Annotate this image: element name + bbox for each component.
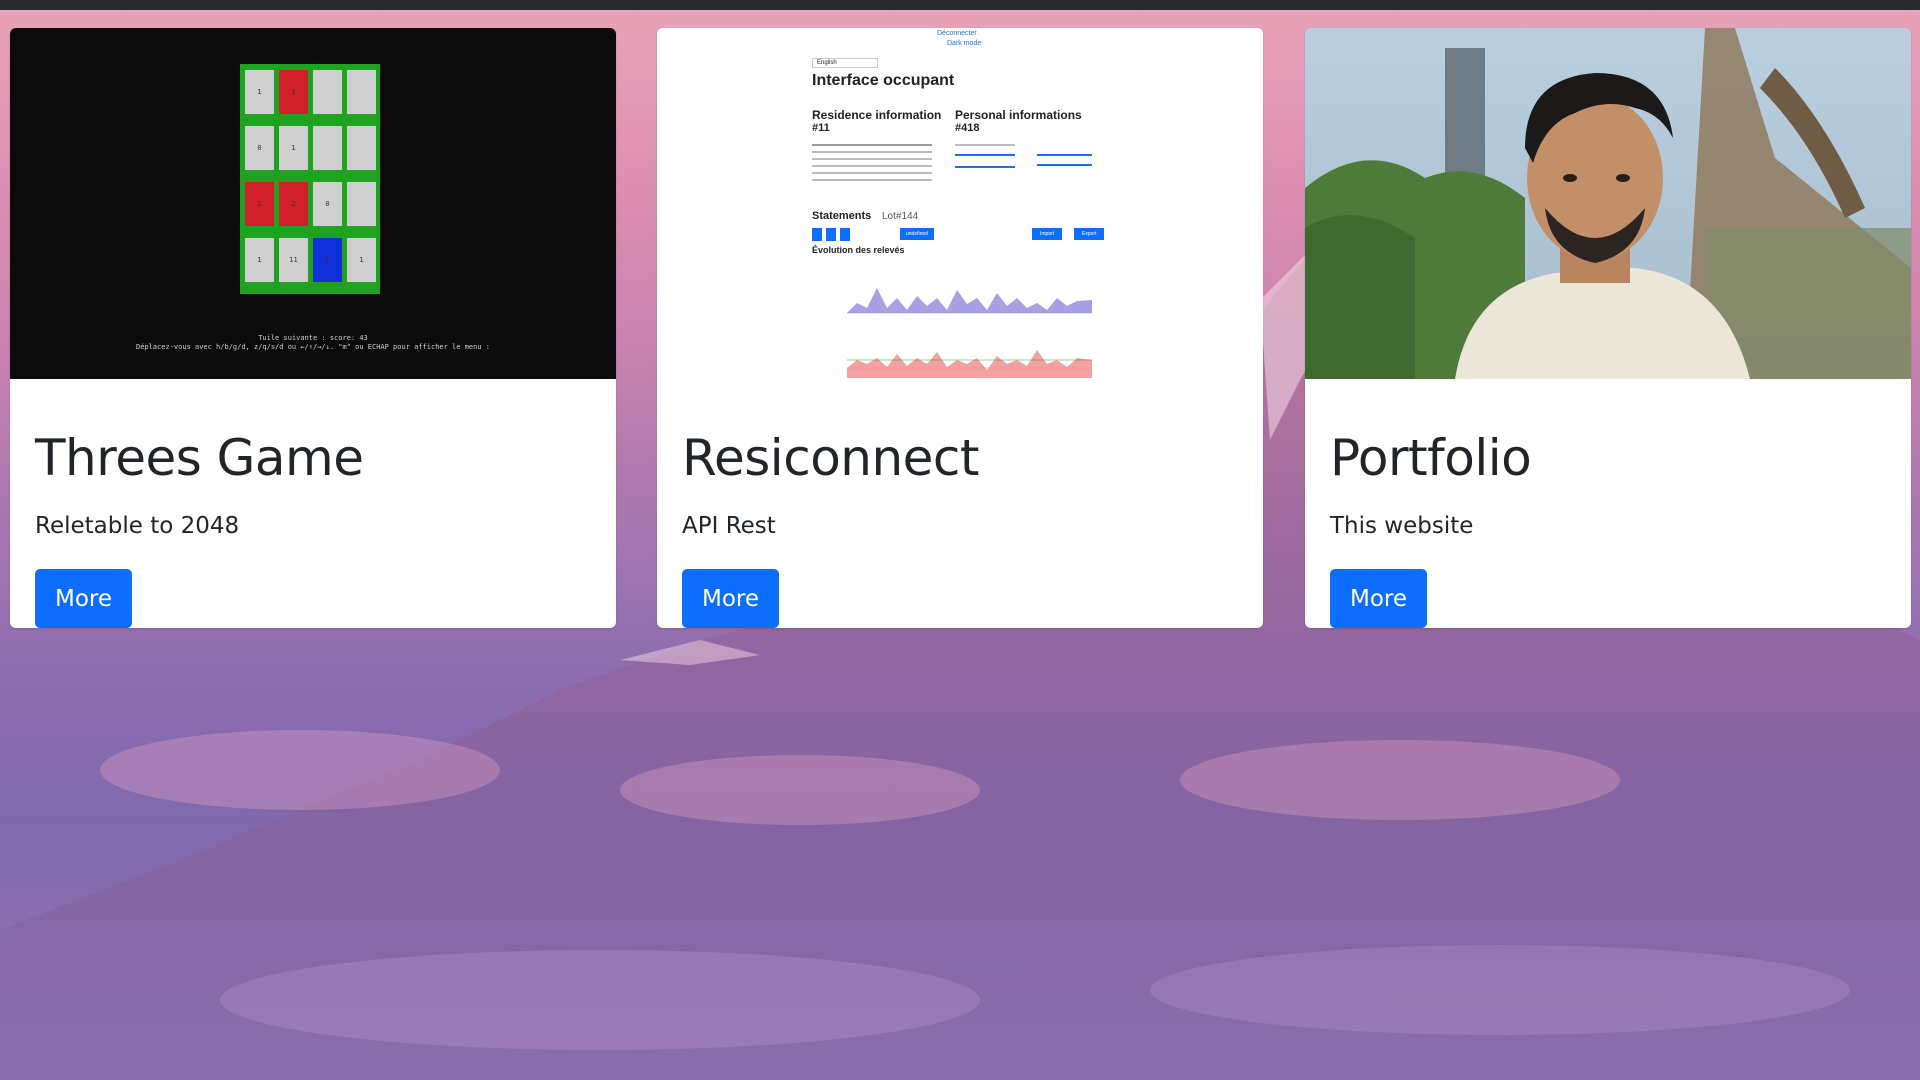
game-tile: 1	[245, 238, 274, 282]
browser-top-bar	[0, 0, 1920, 10]
game-status-line: Tuile suivante : score: 43	[258, 334, 368, 342]
more-button[interactable]: More	[1330, 569, 1427, 628]
pager-button	[812, 228, 822, 241]
game-tile: 1	[245, 70, 274, 114]
pager-button	[826, 228, 836, 241]
card-subtitle: This website	[1330, 513, 1474, 539]
project-card-threes: 1 1 0 1 2 2 0 1 11 1 1 Tuile suivante : score: 43 …	[10, 28, 616, 628]
personal-title: Personal informations	[955, 108, 1082, 122]
statements-charts	[847, 288, 1092, 378]
residence-title: Residence information	[812, 108, 942, 122]
doc-heading: Interface occupant	[812, 72, 955, 89]
residence-details	[812, 144, 932, 146]
resiconnect-screenshot: Déconnecter Dark mode English Interface …	[657, 28, 1263, 379]
project-card-resiconnect: Déconnecter Dark mode English Interface …	[657, 28, 1263, 628]
game-board: 1 1 0 1 2 2 0 1 11 1 1	[240, 64, 380, 294]
game-instructions-line: Déplacez-vous avec h/b/g/d, z/q/s/d ou ←…	[135, 343, 490, 351]
more-button[interactable]: More	[35, 569, 132, 628]
game-tile: 2	[245, 182, 274, 226]
personal-details	[955, 144, 1015, 146]
card-subtitle: Reletable to 2048	[35, 513, 240, 539]
export-button: Export	[1074, 228, 1105, 240]
card-title: Resiconnect	[682, 429, 980, 487]
game-tile: 1	[279, 70, 308, 114]
game-tile: 1	[279, 126, 308, 170]
game-tile: 2	[279, 182, 308, 226]
residence-id: #11	[812, 122, 830, 134]
card-subtitle: API Rest	[682, 513, 776, 539]
pager-button	[840, 228, 850, 241]
evolution-title: Évolution des relevés	[812, 245, 905, 255]
game-tile: 0	[245, 126, 274, 170]
threes-game-screenshot: 1 1 0 1 2 2 0 1 11 1 1 Tuile suivante : score: 43 …	[10, 28, 616, 379]
portrait-illustration	[1305, 28, 1911, 379]
portrait-photo	[1305, 28, 1911, 379]
project-card-portfolio: Portfolio This website More	[1305, 28, 1911, 628]
contact-details	[1037, 154, 1092, 156]
more-button[interactable]: More	[682, 569, 779, 628]
game-tile: 11	[279, 238, 308, 282]
personal-id: #418	[955, 122, 980, 134]
game-tile: 1	[347, 238, 376, 282]
language-select: English	[812, 58, 878, 68]
undefined-button: undefined	[900, 228, 934, 240]
game-tile: 0	[313, 182, 342, 226]
game-tile	[347, 182, 376, 226]
game-tile: 1	[313, 238, 342, 282]
lot-label: Lot#144	[882, 211, 919, 222]
statements-title: Statements	[812, 210, 872, 222]
card-title: Portfolio	[1330, 429, 1532, 487]
game-tile	[313, 126, 342, 170]
game-tile	[347, 70, 376, 114]
logout-link: Déconnecter	[937, 30, 977, 37]
import-button: Import	[1032, 228, 1063, 240]
game-tile	[347, 126, 376, 170]
dark-mode-link: Dark mode	[947, 40, 982, 47]
game-tile	[313, 70, 342, 114]
card-title: Threes Game	[35, 429, 364, 487]
